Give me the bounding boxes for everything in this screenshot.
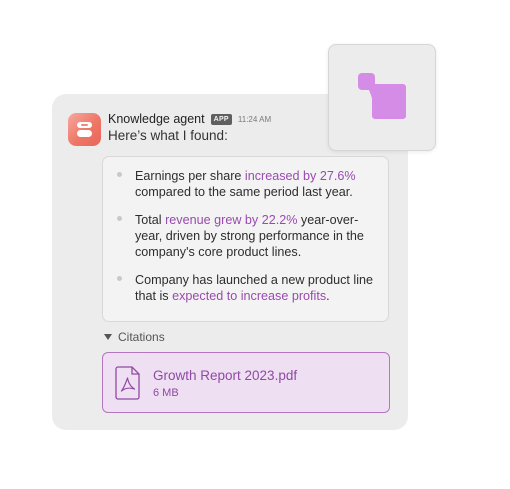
summary-point: Earnings per share increased by 27.6% co… (135, 168, 383, 200)
message-timestamp[interactable]: 11:24 AM (238, 115, 271, 124)
citations-toggle[interactable]: Citations (104, 330, 165, 344)
caret-down-icon (104, 334, 112, 340)
sender-name[interactable]: Knowledge agent (108, 112, 205, 126)
summary-point: Total revenue grew by 22.2% year-over-ye… (135, 212, 383, 260)
summary-point-highlight: increased by 27.6% (244, 169, 356, 183)
file-name: Growth Report 2023.pdf (153, 368, 298, 383)
summary-point-text: Earnings per share (135, 169, 245, 183)
summary-point-text: . (326, 289, 330, 303)
stage: Knowledge agent APP 11:24 AM Here’s what… (0, 0, 510, 489)
message-intro: Here’s what I found: (108, 128, 228, 143)
shapes-preview-card (328, 44, 436, 151)
message-header: Knowledge agent APP 11:24 AM (108, 112, 271, 126)
summary-point: Company has launched a new product line … (135, 272, 383, 304)
bullet-marker (117, 172, 122, 177)
pdf-icon (115, 366, 140, 400)
citation-file-card[interactable]: Growth Report 2023.pdf 6 MB (102, 352, 390, 413)
summary-point-text: Total (135, 213, 166, 227)
file-size: 6 MB (153, 387, 179, 399)
shapes-icon (358, 73, 406, 119)
bullet-marker (117, 216, 122, 221)
agent-logo-icon (77, 122, 92, 137)
summary-point-highlight: expected to increase profits (172, 289, 327, 303)
agent-avatar[interactable] (68, 113, 101, 146)
bullet-marker (117, 276, 122, 281)
citations-label: Citations (118, 330, 165, 344)
summary-point-highlight: revenue grew by 22.2% (165, 213, 298, 227)
app-badge: APP (210, 113, 232, 125)
summary-box: Earnings per share increased by 27.6% co… (102, 156, 389, 322)
summary-point-text: compared to the same period last year. (135, 185, 353, 199)
